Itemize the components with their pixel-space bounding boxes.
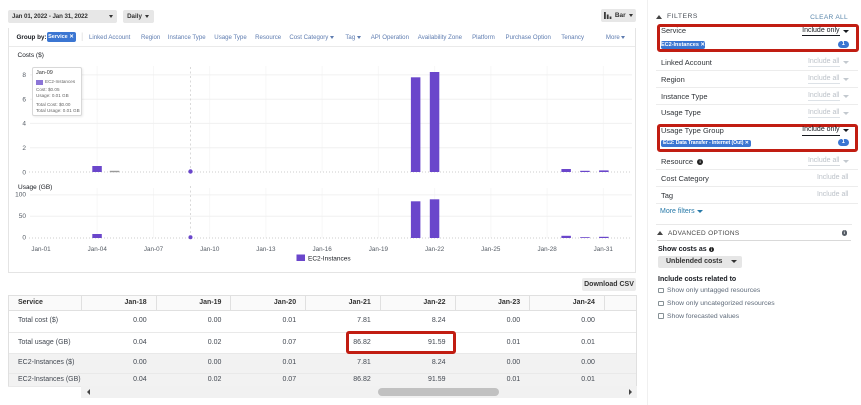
svg-text:4: 4 [22, 121, 26, 128]
svg-text:50: 50 [19, 213, 27, 220]
svg-text:0: 0 [22, 235, 26, 242]
svg-text:6: 6 [22, 97, 26, 104]
svg-text:0: 0 [22, 169, 26, 176]
svg-text:Jan-25: Jan-25 [481, 246, 501, 253]
svg-text:Jan-28: Jan-28 [537, 246, 557, 253]
svg-text:Jan-01: Jan-01 [31, 246, 51, 253]
svg-text:Jan-07: Jan-07 [144, 246, 164, 253]
svg-text:100: 100 [15, 192, 26, 199]
svg-text:Jan-22: Jan-22 [425, 246, 445, 253]
svg-text:Jan-31: Jan-31 [594, 246, 614, 253]
svg-text:EC2-Instances: EC2-Instances [308, 255, 351, 262]
svg-text:Jan-04: Jan-04 [88, 246, 108, 253]
svg-text:8: 8 [22, 72, 26, 79]
svg-text:Jan-19: Jan-19 [369, 246, 389, 253]
svg-text:Jan-10: Jan-10 [200, 246, 220, 253]
svg-text:2: 2 [22, 145, 26, 152]
svg-text:Jan-16: Jan-16 [312, 246, 332, 253]
svg-text:Jan-13: Jan-13 [256, 246, 276, 253]
